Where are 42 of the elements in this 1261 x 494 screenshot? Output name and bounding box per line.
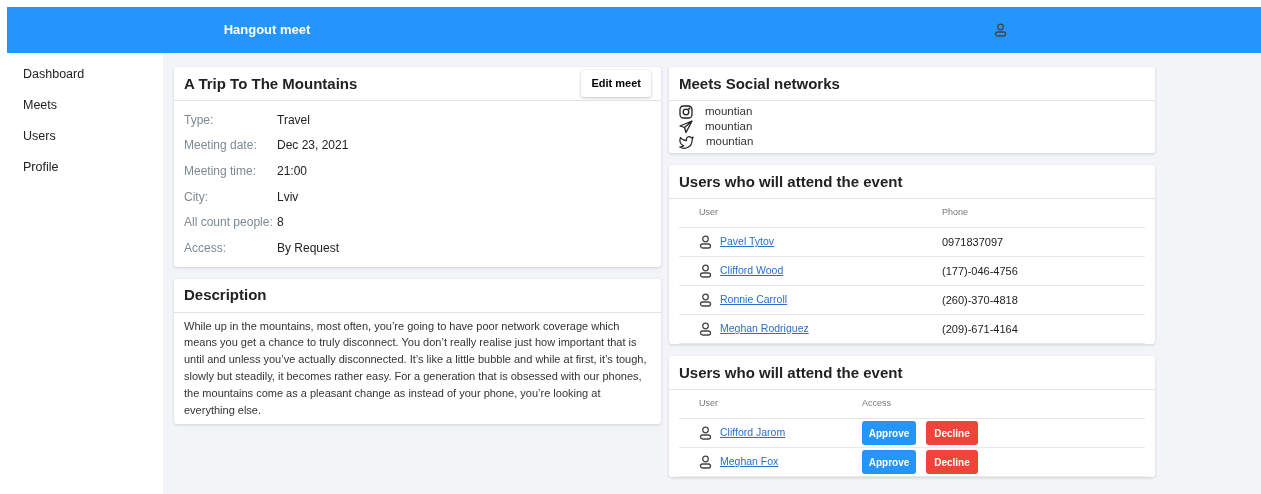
phone-cell-text: 0971837097 bbox=[942, 234, 1004, 250]
sidebar-item[interactable]: Dashboard bbox=[23, 65, 147, 96]
column-header: User bbox=[698, 206, 719, 220]
decline-button[interactable]: Decline bbox=[926, 421, 978, 445]
phone-cell-text: (260)-370-4818 bbox=[942, 292, 1018, 308]
field-label: Meeting date: bbox=[184, 137, 258, 155]
approve-button[interactable]: Approve bbox=[862, 450, 916, 474]
field-value: Dec 23, 2021 bbox=[277, 137, 349, 155]
field-value: By Request bbox=[277, 239, 340, 257]
field-value: 8 bbox=[277, 214, 284, 232]
column-header: User bbox=[698, 397, 719, 411]
field-label: All count people: bbox=[184, 214, 274, 232]
card-title: Users who will attend the event bbox=[679, 363, 903, 382]
decline-button[interactable]: Decline bbox=[926, 450, 978, 474]
card-title: Description bbox=[184, 286, 267, 305]
field-value: Lviv bbox=[277, 188, 299, 206]
field-value: 21:00 bbox=[277, 163, 308, 180]
app-title: Hangout meet bbox=[222, 21, 312, 40]
field-label: Meeting time: bbox=[184, 163, 258, 180]
edit-meet-button[interactable]: Edit meet bbox=[581, 70, 651, 97]
user-link[interactable]: Clifford Wood bbox=[720, 263, 784, 279]
card-title: A Trip To The Mountains bbox=[184, 74, 358, 93]
user-link[interactable]: Clifford Jarom bbox=[720, 425, 786, 441]
approve-button[interactable]: Approve bbox=[862, 421, 916, 445]
user-link[interactable]: Ronnie Carroll bbox=[720, 292, 788, 308]
phone-cell-text: (209)-671-4164 bbox=[942, 321, 1018, 337]
user-link[interactable]: Meghan Fox bbox=[720, 454, 779, 470]
sidebar-item[interactable]: Meets bbox=[23, 96, 147, 127]
field-label: Type: bbox=[184, 111, 215, 129]
user-link[interactable]: Meghan Rodriguez bbox=[720, 321, 809, 337]
column-header: Access bbox=[862, 397, 891, 411]
phone-cell-text: (177)-046-4756 bbox=[942, 263, 1018, 279]
card-title: Meets Social networks bbox=[679, 74, 840, 93]
description-text: While up in the mountains, most often, you’re going to have poor network coverage which means you get a chance to truly disconnect. You don’t really realise just how important that is until and unless you’ve actually disconnected. It’s like a little bubble and while at first, it’s tough, slowly but steadily, it becomes rather easy. For a generation that is obsessed with our phones, the mountains come as a pleasant change as instead of your phone, you’re looking at everything else. bbox=[183, 318, 648, 418]
sidebar-item[interactable]: Profile bbox=[23, 158, 147, 189]
user-link[interactable]: Pavel Tytov bbox=[720, 234, 775, 250]
field-value: Travel bbox=[277, 111, 310, 129]
card-title: Users who will attend the event bbox=[679, 172, 903, 191]
field-label: City: bbox=[184, 188, 209, 206]
column-header: Phone bbox=[942, 206, 969, 220]
sidebar-item[interactable]: Users bbox=[23, 127, 147, 158]
field-label: Access: bbox=[184, 239, 227, 257]
